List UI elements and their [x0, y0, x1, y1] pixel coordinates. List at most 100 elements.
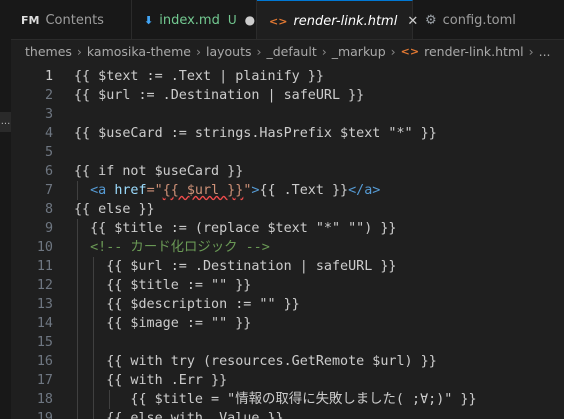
code-line[interactable]: 6 {{ if not $useCard }} — [11, 162, 564, 181]
breadcrumb-item[interactable]: layouts — [206, 44, 252, 59]
chevron-right-icon: › — [321, 43, 327, 59]
code-token: </a> — [348, 183, 381, 198]
tab-label: index.md — [159, 12, 220, 28]
code-token: {{ $useCard := strings.HasPrefix $text "… — [74, 126, 437, 141]
line-code: {{ else with .Value }} — [74, 409, 284, 419]
tab-index-md[interactable]: ⬇ index.md U ● — [132, 0, 257, 39]
code-line[interactable]: 8 {{ else }} — [11, 200, 564, 219]
chevron-right-icon: › — [76, 43, 82, 59]
line-number: 9 — [44, 221, 53, 236]
line-code: {{ $title := "" }} — [74, 276, 251, 295]
code-token: href — [114, 183, 147, 198]
breadcrumb-item[interactable]: themes — [25, 44, 72, 59]
code-token: {{ $title := (replace $text "*" "") }} — [74, 221, 397, 236]
line-number: 16 — [36, 354, 53, 369]
panel-toggle[interactable]: ... — [0, 112, 11, 132]
code-token: <a — [90, 183, 107, 198]
tab-contents[interactable]: FM Contents — [11, 0, 132, 39]
code-token: " — [154, 183, 163, 198]
tab-render-link-html[interactable]: <> render-link.html ✕ — [257, 0, 418, 39]
tab-label: Contents — [45, 12, 104, 28]
breadcrumb: themes › kamosika-theme › layouts › _defaul… — [11, 40, 564, 62]
line-code: {{ with .Err }} — [74, 371, 227, 390]
code-token: {{ $url := .Destination | safeURL }} — [74, 88, 365, 103]
code-line[interactable]: 10 <!-- カード化ロジック --> — [11, 238, 564, 257]
tab-label: config.toml — [442, 12, 516, 28]
tab-config-toml[interactable]: ⚙ config.toml — [413, 0, 564, 39]
untracked-badge: U — [227, 13, 237, 27]
indent-guide — [93, 257, 94, 419]
chevron-right-icon: › — [256, 43, 262, 59]
line-code: {{ $image := "" }} — [74, 314, 251, 333]
line-code: {{ $url := .Destination | safeURL }} — [74, 257, 396, 276]
code-line[interactable]: 2 {{ $url := .Destination | safeURL }} — [11, 86, 564, 105]
unsaved-dot-icon[interactable]: ● — [245, 13, 255, 27]
line-code: {{ $title = "情報の取得に失敗しました( ;∀;)" }} — [74, 390, 477, 409]
code-token: {{ with try (resources.GetRemote $url) }… — [74, 354, 437, 369]
line-code: {{ with try (resources.GetRemote $url) }… — [74, 352, 437, 371]
breadcrumb-item[interactable]: ... — [539, 44, 551, 59]
code-token: {{ else }} — [74, 202, 155, 217]
line-number: 6 — [44, 164, 53, 179]
indent-guide — [77, 219, 78, 419]
html-icon: <> — [269, 14, 288, 28]
line-code: {{ if not $useCard }} — [74, 162, 243, 181]
code-token: {{ $url }} — [162, 183, 244, 198]
line-code: <a href="{{ $url }}">{{ .Text }}</a> — [74, 181, 380, 200]
line-code: <!-- カード化ロジック --> — [74, 238, 270, 257]
breadcrumb-item[interactable]: kamosika-theme — [87, 44, 191, 59]
indent-guide — [109, 390, 110, 409]
chevron-right-icon: › — [528, 43, 534, 59]
breadcrumb-item[interactable]: _markup — [332, 44, 386, 59]
code-token: {{ $title := "" }} — [74, 278, 252, 293]
code-token: <!-- カード化ロジック --> — [90, 240, 270, 255]
line-number: 5 — [44, 145, 53, 160]
code-token: {{ $image := "" }} — [74, 316, 252, 331]
line-code: {{ $useCard := strings.HasPrefix $text "… — [74, 124, 437, 143]
chevron-right-icon: › — [195, 43, 201, 59]
code-line[interactable]: 7 <a href="{{ $url }}">{{ .Text }}</a> — [11, 181, 564, 200]
code-token: = — [146, 183, 155, 198]
line-number: 2 — [44, 88, 53, 103]
code-line[interactable]: 4 {{ $useCard := strings.HasPrefix $text … — [11, 124, 564, 143]
breadcrumb-item[interactable]: render-link.html — [424, 44, 524, 59]
breadcrumb-item[interactable]: _default — [266, 44, 316, 59]
line-number: 17 — [36, 373, 53, 388]
code-token: {{ else with .Value }} — [74, 411, 284, 419]
frontmatter-icon: FM — [21, 13, 40, 27]
line-code: {{ $description := "" }} — [74, 295, 300, 314]
code-line[interactable]: 5 — [11, 143, 564, 162]
html-icon: <> — [400, 44, 420, 58]
editor-tab-bar: FM Contents ⬇ index.md U ● <> render-lin… — [11, 0, 564, 40]
line-number: 11 — [36, 259, 53, 274]
line-number: 7 — [44, 183, 53, 198]
line-number: 3 — [44, 107, 53, 122]
indent-guide — [77, 181, 78, 200]
line-number: 10 — [36, 240, 53, 255]
chevron-right-icon: › — [390, 43, 396, 59]
code-token: {{ $url := .Destination | safeURL }} — [74, 259, 397, 274]
code-line[interactable]: 1 {{ $text := .Text | plainify }} — [11, 67, 564, 86]
code-token: {{ if not $useCard }} — [74, 164, 244, 179]
code-token: {{ .Text }} — [259, 183, 349, 198]
code-token: {{ $description := "" }} — [74, 297, 300, 312]
code-token: {{ $title = "情報の取得に失敗しました( ;∀;)" }} — [74, 392, 477, 407]
code-editor[interactable]: 1 {{ $text := .Text | plainify }} 2 {{ $url… — [11, 64, 564, 419]
line-number: 4 — [44, 126, 53, 141]
line-number: 14 — [36, 316, 53, 331]
line-number: 8 — [44, 202, 53, 217]
line-code: {{ $url := .Destination | safeURL }} — [74, 86, 364, 105]
line-number: 15 — [36, 335, 53, 350]
code-token: {{ $text := .Text | plainify }} — [74, 69, 324, 84]
line-number: 13 — [36, 297, 53, 312]
markdown-icon: ⬇ — [144, 13, 154, 27]
line-number: 1 — [44, 69, 53, 84]
line-number: 12 — [36, 278, 53, 293]
line-code: {{ $text := .Text | plainify }} — [74, 67, 324, 86]
code-line[interactable]: 9 {{ $title := (replace $text "*" "") }} — [11, 219, 564, 238]
line-number: 19 — [36, 411, 53, 419]
activity-strip: ... — [0, 0, 11, 419]
code-line[interactable]: 3 — [11, 105, 564, 124]
code-token: {{ with .Err }} — [74, 373, 228, 388]
line-number: 18 — [36, 392, 53, 407]
